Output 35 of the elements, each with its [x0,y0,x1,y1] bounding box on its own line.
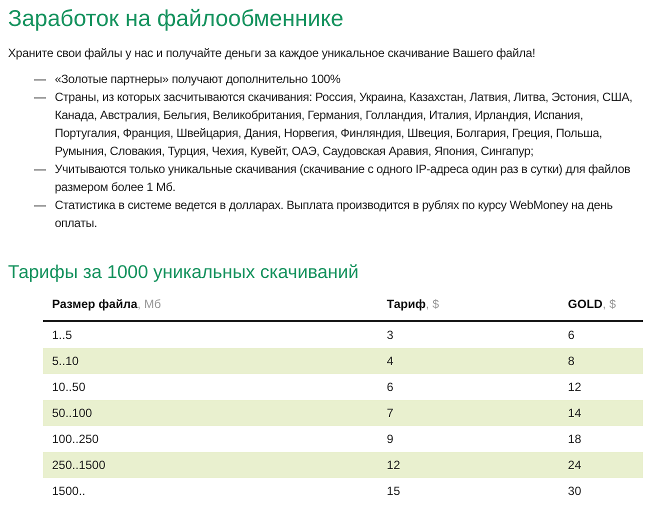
table-cell: 12 [378,452,559,478]
dash-marker: — [34,197,46,214]
intro-text: Храните свои файлы у нас и получайте деньги за каждое уникальное скачивание Вашего файла! [8,45,536,62]
column-header: Тариф, $ [378,288,559,321]
dash-marker: — [34,71,46,88]
page-title: Заработок на файлообменнике [8,4,344,33]
column-header: GOLD, $ [558,288,643,321]
list-item-text: Страны, из которых засчитываются скачивания: Россия, Украина, Казахстан, Латвия, Литва, Эстония, США, Канада, Австралия, Бельгия, Великобритания, Германия, Голландия, Италия, Ирландия, Испания, Португалия, Франция, Швейцария, Дания, Норвегия, Финляндия, Швеция, Болгария, Греция, Польша, Румыния, Словакия, Турция, Чехия, Кувейт, ОАЭ, Саудовская Аравия, Япония, Сингапур; [54,89,633,160]
table-cell: 4 [378,348,559,374]
table-cell: 30 [558,478,643,504]
section-title: Тарифы за 1000 уникальных скачиваний [8,260,359,284]
table-cell: 24 [558,452,643,478]
table-cell: 1..5 [43,321,378,348]
dash-marker: — [34,161,46,178]
list-item-text: Статистика в системе ведется в долларах. Выплата производится в рублях по курсу WebMoney на день оплаты. [54,197,614,232]
column-header: Размер файла, Мб [43,288,378,321]
list-item-text: Учитываются только уникальные скачивания (скачивание с одного IP-адреса один раз в сутки) для файлов размером более 1 Мб. [54,161,632,196]
table-cell: 250..1500 [43,452,378,478]
table-cell: 9 [378,426,559,452]
table-cell: 3 [378,321,559,348]
table-cell: 12 [558,374,643,400]
table-cell: 5..10 [43,348,378,374]
table-cell: 7 [378,400,559,426]
table-cell: 14 [558,400,643,426]
dash-marker: — [34,89,46,106]
table-cell: 8 [558,348,643,374]
table-cell: 15 [378,478,559,504]
table-cell: 1500.. [43,478,378,504]
list-item-text: «Золотые партнеры» получают дополнительно 100% [54,71,342,88]
table-cell: 10..50 [43,374,378,400]
table-cell: 6 [558,321,643,348]
table-cell: 18 [558,426,643,452]
table-cell: 6 [378,374,559,400]
table-cell: 50..100 [43,400,378,426]
table-cell: 100..250 [43,426,378,452]
